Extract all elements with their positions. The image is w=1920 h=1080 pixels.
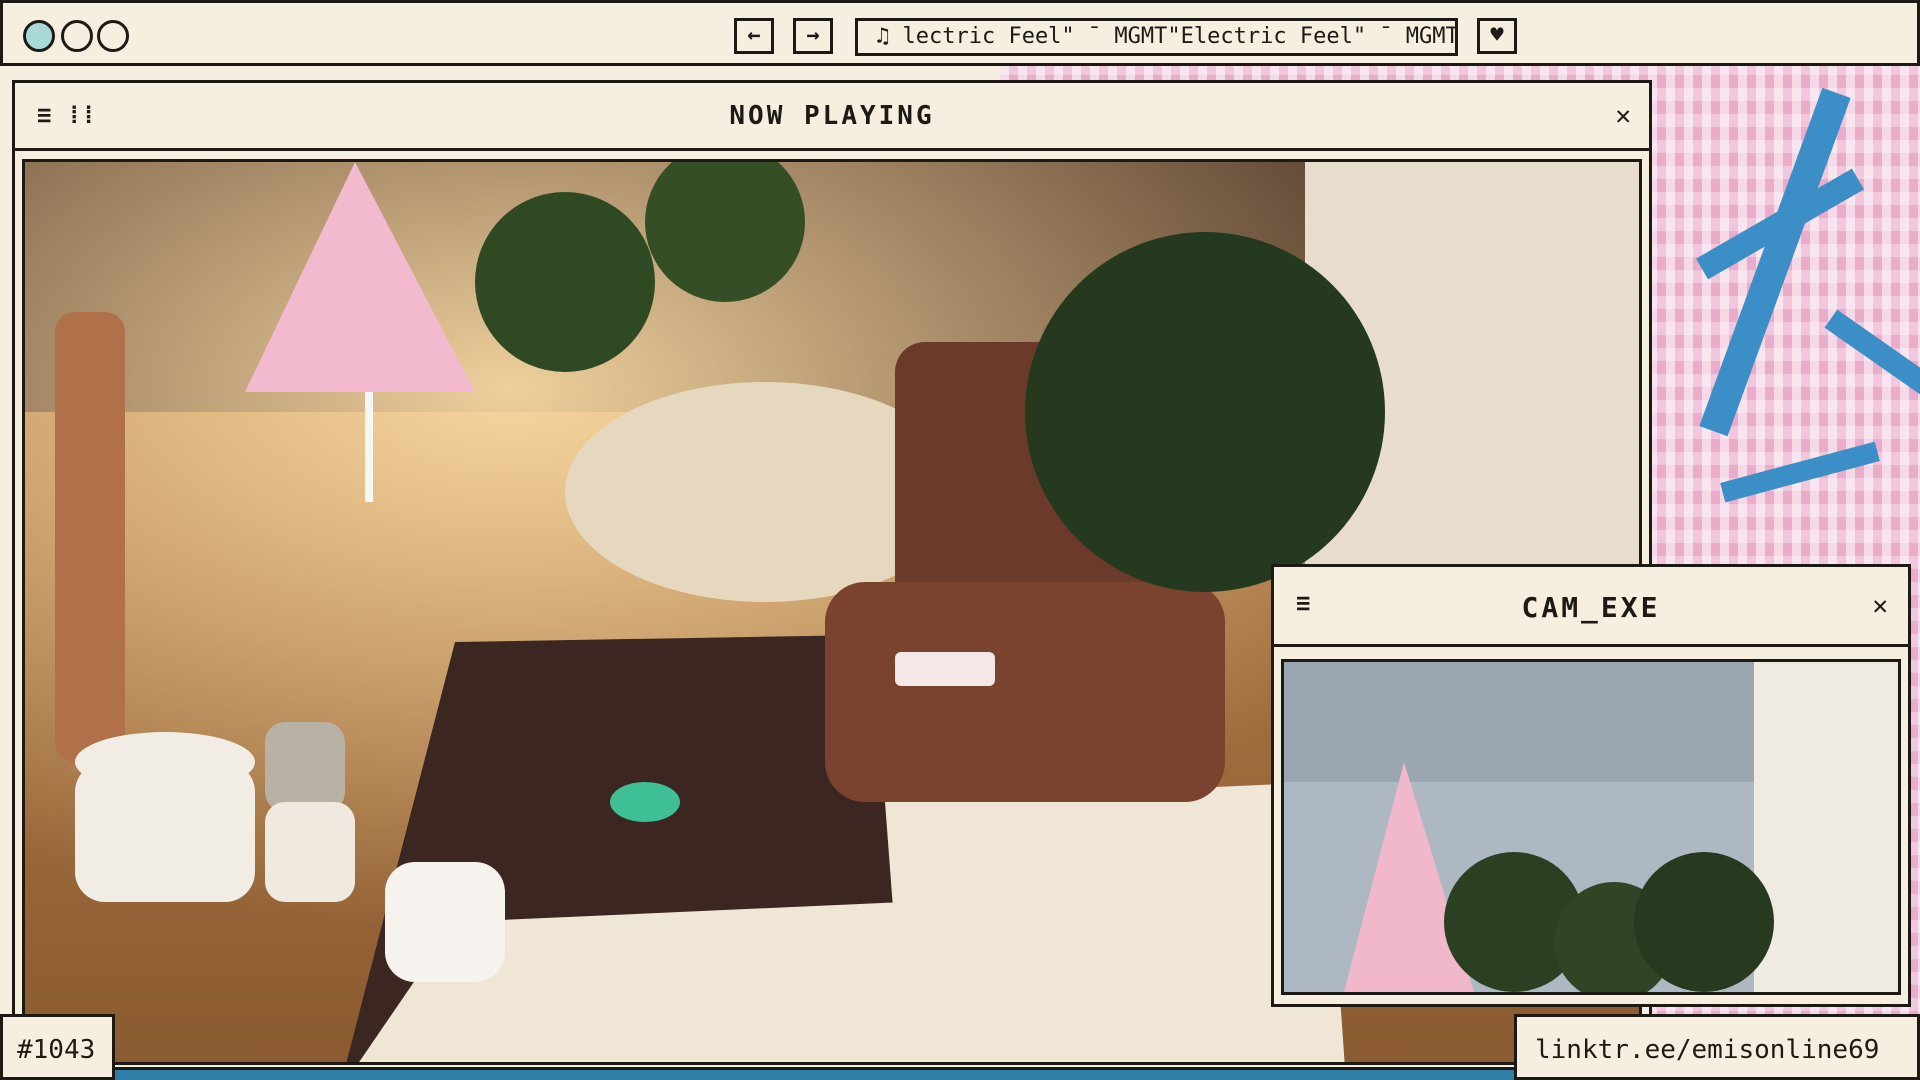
favorite-button[interactable]: ♥ (1477, 18, 1517, 54)
episode-number: #1043 (17, 1035, 96, 1065)
cam-window: ≡ CAM_EXE ✕ (1271, 564, 1911, 1007)
close-icon[interactable]: ✕ (1872, 593, 1888, 619)
marquee-text: ♫ lectric Feel" ¯ MGMT"Electric Feel" ¯ … (876, 24, 1458, 49)
window-dot[interactable] (61, 20, 93, 52)
cam-title: CAM_EXE (1521, 591, 1661, 624)
window-dot[interactable] (97, 20, 129, 52)
link-label[interactable]: linktr.ee/emisonline69 (1514, 1014, 1920, 1080)
heart-icon: ♥ (1490, 23, 1504, 48)
arrow-right-icon: → (806, 23, 820, 48)
webcam-feed (1281, 659, 1901, 995)
episode-label: #1043 (0, 1014, 115, 1080)
cam-titlebar: ≡ CAM_EXE ✕ (1274, 567, 1908, 647)
window-dot-teal[interactable] (23, 20, 55, 52)
now-playing-title: NOW PLAYING (729, 101, 935, 131)
close-icon[interactable]: ✕ (1615, 103, 1631, 129)
branch-shape (1824, 309, 1920, 397)
top-bar: ← → ♫ lectric Feel" ¯ MGMT"Electric Feel… (0, 0, 1920, 66)
song-marquee: ♫ lectric Feel" ¯ MGMT"Electric Feel" ¯ … (855, 18, 1458, 56)
linktree-url[interactable]: linktr.ee/emisonline69 (1535, 1035, 1879, 1065)
forward-button[interactable]: → (793, 18, 833, 54)
now-playing-titlebar: ≡ ⁞⁞ NOW PLAYING ✕ (15, 83, 1649, 151)
webcam-scene-art (1284, 662, 1898, 992)
arrow-left-icon: ← (747, 23, 761, 48)
back-button[interactable]: ← (734, 18, 774, 54)
branch-shape (1720, 441, 1880, 503)
